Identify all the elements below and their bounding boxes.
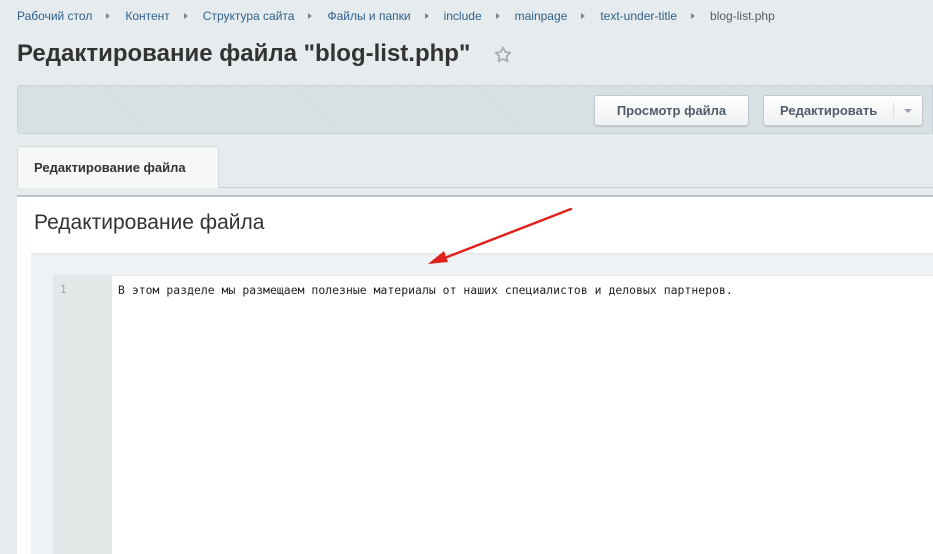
view-file-button[interactable]: Просмотр файла (594, 95, 749, 126)
chevron-right-icon (106, 13, 111, 19)
breadcrumb-item-current: blog-list.php (710, 9, 775, 23)
chevron-right-icon (581, 13, 586, 19)
code-line[interactable]: В этом разделе мы размещаем полезные мат… (118, 283, 733, 297)
edit-label: Редактировать (780, 103, 878, 118)
breadcrumb-item-text-under-title[interactable]: text-under-title (600, 9, 677, 23)
toolbar: Просмотр файла Редактировать (17, 85, 933, 134)
button-divider (893, 102, 894, 119)
chevron-right-icon (183, 13, 188, 19)
breadcrumb: Рабочий стол Контент Структура сайта Фай… (17, 9, 775, 23)
code-editor[interactable] (53, 275, 933, 554)
star-icon[interactable] (493, 45, 513, 65)
breadcrumb-item-desktop[interactable]: Рабочий стол (17, 9, 92, 23)
chevron-right-icon (495, 13, 500, 19)
tab-divider (219, 187, 933, 188)
edit-button[interactable]: Редактировать (763, 95, 923, 126)
page-title: Редактирование файла "blog-list.php" (17, 40, 471, 67)
chevron-right-icon (424, 13, 429, 19)
page-root: Рабочий стол Контент Структура сайта Фай… (0, 0, 933, 554)
breadcrumb-item-files-folders[interactable]: Файлы и папки (327, 9, 410, 23)
section-title: Редактирование файла (34, 211, 265, 234)
view-file-label: Просмотр файла (616, 103, 727, 118)
breadcrumb-item-site-structure[interactable]: Структура сайта (203, 9, 295, 23)
line-gutter (53, 276, 112, 554)
chevron-right-icon (691, 13, 696, 19)
line-number: 1 (60, 283, 67, 296)
breadcrumb-item-include[interactable]: include (444, 9, 482, 23)
chevron-right-icon (308, 13, 313, 19)
tab-edit-file[interactable]: Редактирование файла (17, 146, 219, 188)
chevron-down-icon[interactable] (904, 109, 912, 113)
tab-label: Редактирование файла (34, 160, 186, 175)
breadcrumb-item-mainpage[interactable]: mainpage (515, 9, 568, 23)
breadcrumb-item-content[interactable]: Контент (125, 9, 169, 23)
